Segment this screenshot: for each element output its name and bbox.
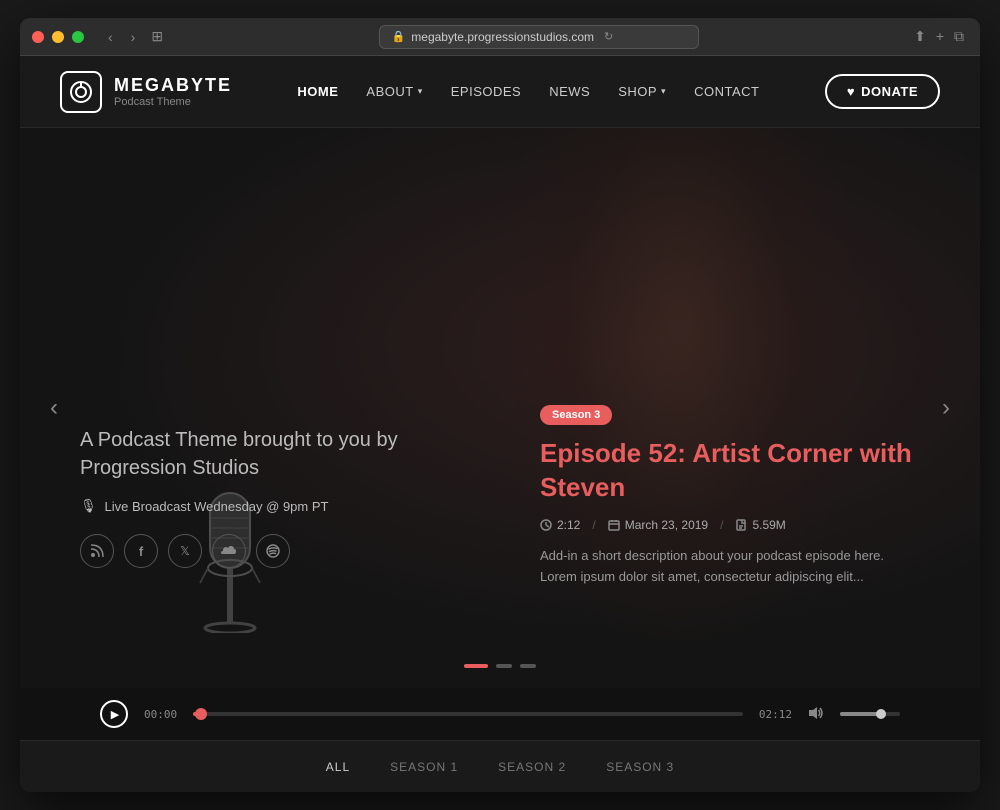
site-title: MEGABYTE — [114, 75, 232, 96]
hero-tagline: A Podcast Theme brought to you by Progre… — [80, 426, 400, 482]
share-icon[interactable]: ⬆ — [914, 28, 926, 45]
episode-description: Add-in a short description about your po… — [540, 546, 920, 588]
nav-shop[interactable]: SHOP ▾ — [618, 84, 666, 99]
logo-icon — [60, 71, 102, 113]
volume-bar[interactable] — [840, 712, 900, 716]
url-text: megabyte.progressionstudios.com — [411, 30, 594, 44]
slide-dot-3[interactable] — [520, 664, 536, 668]
progress-bar[interactable] — [193, 712, 743, 716]
volume-fill — [840, 712, 880, 716]
hero-prev-button[interactable]: ‹ — [36, 390, 72, 426]
slider-dots — [464, 664, 536, 668]
main-navigation: HOME ABOUT ▾ EPISODES NEWS SHOP ▾ CONTAC… — [297, 84, 759, 99]
hero-right-content: Season 3 Episode 52: Artist Corner with … — [540, 405, 920, 588]
address-bar-area: 🔒 megabyte.progressionstudios.com ↻ — [171, 25, 906, 49]
forward-button[interactable]: › — [127, 27, 140, 47]
address-bar[interactable]: 🔒 megabyte.progressionstudios.com ↻ — [379, 25, 699, 49]
site-subtitle: Podcast Theme — [114, 96, 232, 108]
maximize-button[interactable] — [72, 31, 84, 43]
hero-next-button[interactable]: › — [928, 390, 964, 426]
site-header: MEGABYTE Podcast Theme HOME ABOUT ▾ EPIS… — [20, 56, 980, 128]
twitter-icon[interactable]: 𝕏 — [168, 534, 202, 568]
audio-player: ▶ 00:00 02:12 — [20, 688, 980, 740]
rss-icon[interactable] — [80, 534, 114, 568]
date-meta: March 23, 2019 — [608, 518, 708, 532]
back-button[interactable]: ‹ — [104, 27, 117, 47]
browser-actions: ⬆ + ⧉ — [914, 28, 964, 45]
social-icons-row: f 𝕏 — [80, 534, 400, 568]
reload-icon[interactable]: ↻ — [604, 30, 613, 43]
live-broadcast-badge: 🎙 Live Broadcast Wednesday @ 9pm PT — [80, 498, 400, 514]
filter-all[interactable]: ALL — [326, 760, 350, 774]
spotify-icon[interactable] — [256, 534, 290, 568]
filter-season3[interactable]: SEASON 3 — [606, 760, 674, 774]
progress-thumb — [195, 708, 207, 720]
volume-icon[interactable] — [808, 706, 824, 723]
lock-icon: 🔒 — [392, 30, 406, 43]
filter-bar: ALL SEASON 1 SEASON 2 SEASON 3 — [20, 740, 980, 792]
filter-season1[interactable]: SEASON 1 — [390, 760, 458, 774]
filesize-meta: 5.59M — [735, 518, 785, 532]
soundcloud-icon[interactable] — [212, 534, 246, 568]
chevron-down-icon: ▾ — [418, 86, 423, 97]
website-content: MEGABYTE Podcast Theme HOME ABOUT ▾ EPIS… — [20, 56, 980, 792]
total-time: 02:12 — [759, 708, 792, 721]
minimize-button[interactable] — [52, 31, 64, 43]
logo-area: MEGABYTE Podcast Theme — [60, 71, 232, 113]
hero-section: ‹ › A Podcast Theme brought to you by Pr… — [20, 128, 980, 688]
logo-text: MEGABYTE Podcast Theme — [114, 75, 232, 108]
nav-episodes[interactable]: EPISODES — [451, 84, 521, 99]
nav-news[interactable]: NEWS — [549, 84, 590, 99]
tab-icon[interactable]: ⧉ — [954, 28, 964, 45]
browser-titlebar: ‹ › ⊞ 🔒 megabyte.progressionstudios.com … — [20, 18, 980, 56]
mic-icon: 🎙 — [80, 498, 97, 514]
slide-dot-2[interactable] — [496, 664, 512, 668]
slide-dot-1[interactable] — [464, 664, 488, 668]
season-badge: Season 3 — [540, 405, 612, 425]
nav-home[interactable]: HOME — [297, 84, 338, 99]
episode-meta: 2:12 / March 23, 2019 / — [540, 518, 920, 532]
browser-nav: ‹ › — [104, 27, 139, 47]
close-button[interactable] — [32, 31, 44, 43]
grid-icon: ⊞ — [151, 28, 163, 45]
current-time: 00:00 — [144, 708, 177, 721]
episode-title: Episode 52: Artist Corner with Steven — [540, 437, 920, 505]
progress-fill — [193, 712, 201, 716]
add-tab-icon[interactable]: + — [936, 28, 944, 45]
play-button[interactable]: ▶ — [100, 700, 128, 728]
heart-icon: ♥ — [847, 84, 855, 99]
volume-thumb — [876, 709, 886, 719]
duration-meta: 2:12 — [540, 518, 580, 532]
browser-window: ‹ › ⊞ 🔒 megabyte.progressionstudios.com … — [20, 18, 980, 792]
filter-season2[interactable]: SEASON 2 — [498, 760, 566, 774]
donate-button[interactable]: ♥ DONATE — [825, 74, 940, 109]
chevron-down-icon: ▾ — [661, 86, 666, 97]
hero-left-content: A Podcast Theme brought to you by Progre… — [80, 426, 400, 568]
nav-about[interactable]: ABOUT ▾ — [366, 84, 422, 99]
facebook-icon[interactable]: f — [124, 534, 158, 568]
nav-contact[interactable]: CONTACT — [694, 84, 759, 99]
